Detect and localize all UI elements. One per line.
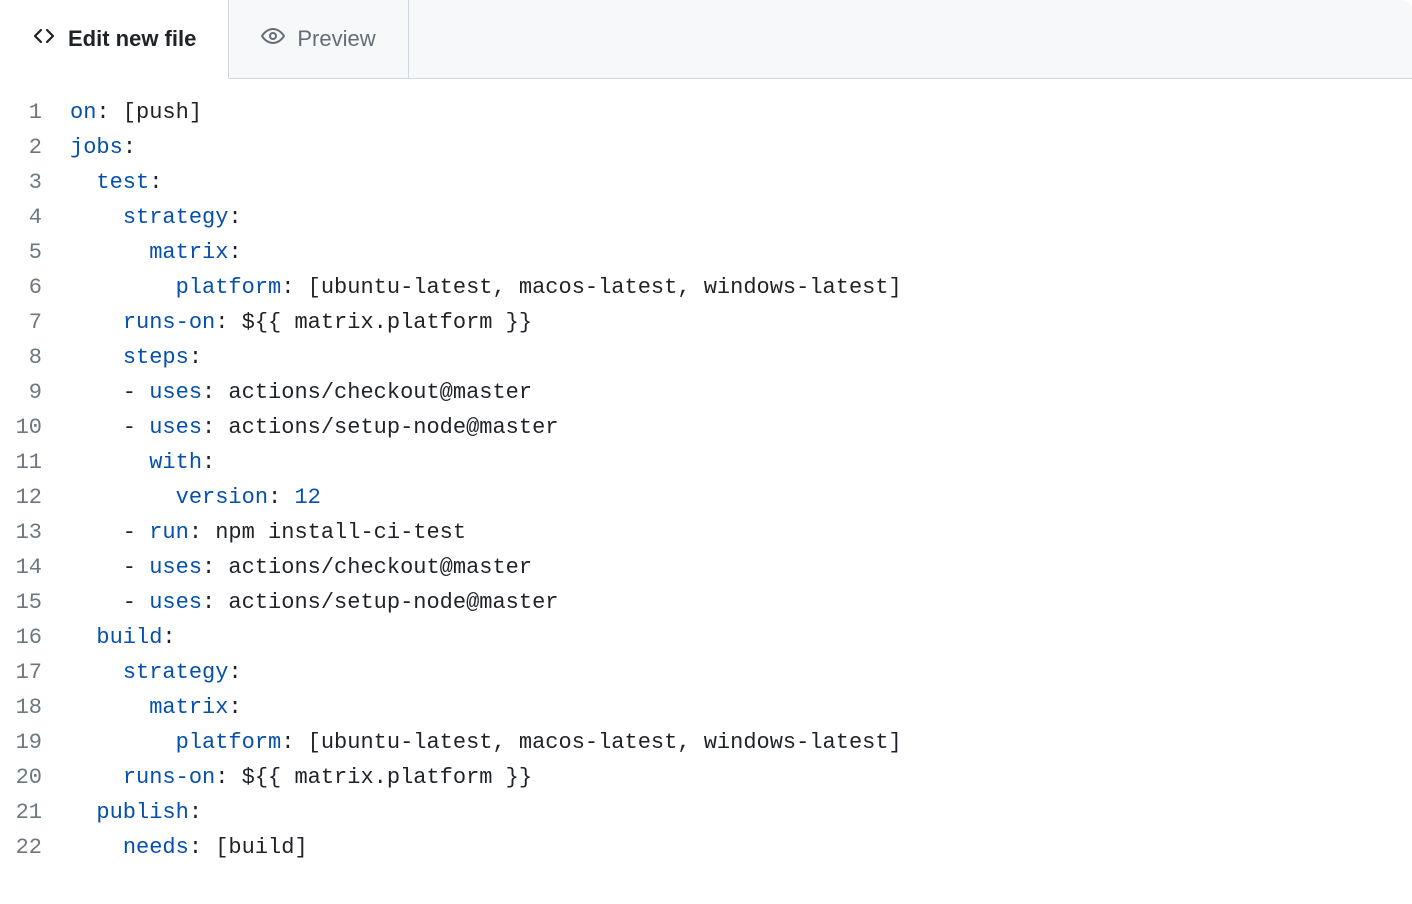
code-line[interactable]: 22 needs: [build] (0, 830, 1412, 865)
line-number: 13 (0, 515, 70, 550)
code-line[interactable]: 2jobs: (0, 130, 1412, 165)
code-line[interactable]: 19 platform: [ubuntu-latest, macos-lates… (0, 725, 1412, 760)
code-line[interactable]: 1on: [push] (0, 95, 1412, 130)
code-line[interactable]: 14 - uses: actions/checkout@master (0, 550, 1412, 585)
line-number: 19 (0, 725, 70, 760)
line-number: 18 (0, 690, 70, 725)
tab-preview-label: Preview (297, 26, 375, 52)
code-line[interactable]: 15 - uses: actions/setup-node@master (0, 585, 1412, 620)
line-number: 7 (0, 305, 70, 340)
code-line[interactable]: 6 platform: [ubuntu-latest, macos-latest… (0, 270, 1412, 305)
code-line[interactable]: 3 test: (0, 165, 1412, 200)
line-number: 12 (0, 480, 70, 515)
code-line[interactable]: 8 steps: (0, 340, 1412, 375)
line-number: 9 (0, 375, 70, 410)
line-number: 5 (0, 235, 70, 270)
code-line[interactable]: 20 runs-on: ${{ matrix.platform }} (0, 760, 1412, 795)
eye-icon (261, 24, 285, 54)
line-number: 20 (0, 760, 70, 795)
line-content[interactable]: platform: [ubuntu-latest, macos-latest, … (70, 725, 902, 760)
line-number: 21 (0, 795, 70, 830)
line-number: 6 (0, 270, 70, 305)
line-number: 1 (0, 95, 70, 130)
line-content[interactable]: - uses: actions/checkout@master (70, 375, 532, 410)
code-line[interactable]: 5 matrix: (0, 235, 1412, 270)
line-content[interactable]: version: 12 (70, 480, 321, 515)
line-content[interactable]: - uses: actions/checkout@master (70, 550, 532, 585)
code-line[interactable]: 12 version: 12 (0, 480, 1412, 515)
code-line[interactable]: 17 strategy: (0, 655, 1412, 690)
line-content[interactable]: steps: (70, 340, 202, 375)
code-line[interactable]: 16 build: (0, 620, 1412, 655)
line-number: 17 (0, 655, 70, 690)
code-line[interactable]: 21 publish: (0, 795, 1412, 830)
line-number: 15 (0, 585, 70, 620)
line-number: 8 (0, 340, 70, 375)
line-content[interactable]: - run: npm install-ci-test (70, 515, 466, 550)
line-content[interactable]: - uses: actions/setup-node@master (70, 585, 559, 620)
line-content[interactable]: test: (70, 165, 162, 200)
line-content[interactable]: matrix: (70, 690, 242, 725)
line-content[interactable]: needs: [build] (70, 830, 308, 865)
line-number: 14 (0, 550, 70, 585)
line-content[interactable]: on: [push] (70, 95, 202, 130)
code-icon (32, 24, 56, 54)
code-editor[interactable]: 1on: [push]2jobs:3 test:4 strategy:5 mat… (0, 79, 1412, 881)
line-content[interactable]: jobs: (70, 130, 136, 165)
tab-preview[interactable]: Preview (229, 0, 408, 78)
line-number: 22 (0, 830, 70, 865)
line-content[interactable]: - uses: actions/setup-node@master (70, 410, 559, 445)
tab-edit-label: Edit new file (68, 26, 196, 52)
code-line[interactable]: 4 strategy: (0, 200, 1412, 235)
code-line[interactable]: 10 - uses: actions/setup-node@master (0, 410, 1412, 445)
line-content[interactable]: publish: (70, 795, 202, 830)
line-content[interactable]: runs-on: ${{ matrix.platform }} (70, 760, 532, 795)
line-content[interactable]: platform: [ubuntu-latest, macos-latest, … (70, 270, 902, 305)
line-number: 2 (0, 130, 70, 165)
line-content[interactable]: build: (70, 620, 176, 655)
tab-bar: Edit new file Preview (0, 0, 1412, 79)
line-number: 11 (0, 445, 70, 480)
line-content[interactable]: runs-on: ${{ matrix.platform }} (70, 305, 532, 340)
line-number: 4 (0, 200, 70, 235)
line-content[interactable]: with: (70, 445, 215, 480)
line-number: 10 (0, 410, 70, 445)
line-number: 3 (0, 165, 70, 200)
code-line[interactable]: 18 matrix: (0, 690, 1412, 725)
code-line[interactable]: 11 with: (0, 445, 1412, 480)
line-content[interactable]: strategy: (70, 200, 242, 235)
code-line[interactable]: 7 runs-on: ${{ matrix.platform }} (0, 305, 1412, 340)
line-content[interactable]: matrix: (70, 235, 242, 270)
tab-edit[interactable]: Edit new file (0, 0, 229, 79)
line-content[interactable]: strategy: (70, 655, 242, 690)
line-number: 16 (0, 620, 70, 655)
code-line[interactable]: 9 - uses: actions/checkout@master (0, 375, 1412, 410)
code-line[interactable]: 13 - run: npm install-ci-test (0, 515, 1412, 550)
